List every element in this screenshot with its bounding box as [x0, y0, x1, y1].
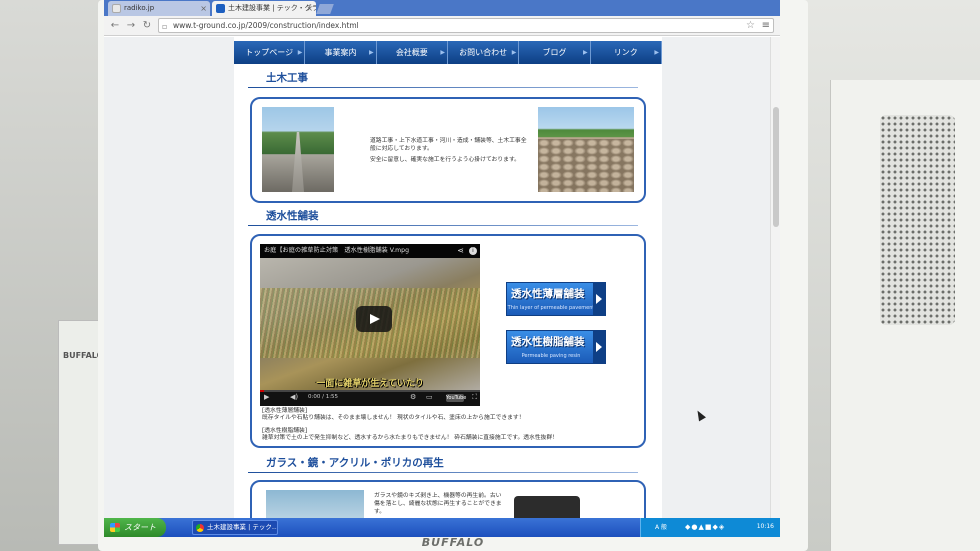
page-viewport: トップページ 事業案内 会社概要 お問い合わせ ブログ リンク 土木工事 道路工… [104, 37, 780, 518]
site-page: トップページ 事業案内 会社概要 お問い合わせ ブログ リンク 土木工事 道路工… [234, 37, 662, 518]
bookmark-star-icon[interactable]: ☆ [746, 19, 755, 32]
nav-item-blog[interactable]: ブログ [519, 41, 591, 64]
tab-close-icon[interactable]: × [200, 1, 207, 16]
chrome-icon [196, 524, 204, 532]
video-progress-fill [260, 390, 265, 392]
button-sub-label: Thin layer of permeable pavement [507, 305, 595, 311]
tree-lined-road-photo [262, 107, 334, 192]
browser-tab-radiko[interactable]: radiko.jp × [108, 1, 210, 16]
forward-arrow-icon[interactable]: → [124, 18, 138, 34]
youtube-video-player[interactable]: お庭【お庭の雑草防止対策 透水性樹脂舗装 V.mpg ⋖ i 一面に雑草が生えて… [260, 244, 480, 406]
address-bar[interactable]: ▫ www.t-ground.co.jp/2009/construction/i… [158, 18, 774, 33]
chevron-right-icon [593, 331, 605, 363]
video-progress-bar[interactable] [260, 390, 480, 392]
section-title-glass: ガラス・鏡・アクリル・ポリカの再生 [248, 454, 638, 473]
radiko-favicon-icon [112, 4, 121, 13]
share-icon[interactable]: ⋖ [457, 246, 464, 255]
video-time: 0:00 / 1:55 [308, 394, 339, 400]
taskbar-browser-button[interactable]: 土木建設事業 | テック… [192, 520, 278, 535]
info-icon[interactable]: i [469, 247, 477, 255]
nav-item-business[interactable]: 事業案内 [305, 41, 377, 64]
tab-close-icon[interactable]: × [306, 1, 313, 16]
section-rule [248, 225, 638, 226]
button-sub-label: Permeable paving resin [521, 353, 581, 359]
nav-item-top[interactable]: トップページ [234, 41, 306, 64]
thin-layer-paving-button[interactable]: 透水性薄層舗装 Thin layer of permeable pavement [506, 282, 606, 316]
global-nav: トップページ 事業案内 会社概要 お問い合わせ ブログ リンク [234, 41, 662, 64]
permeable-box: お庭【お庭の雑草防止対策 透水性樹脂舗装 V.mpg ⋖ i 一面に雑草が生えて… [250, 234, 646, 448]
windows-logo-icon [110, 523, 120, 532]
windows-taskbar: スタート 土木建設事業 | テック… A 般 ◆●▲■◆◈ 10:16 [104, 518, 780, 537]
glass-box: ガラスや鏡のキズ剥き上、機器等の再生前。古い傷を落とし、綺麗な状態に再生すること… [250, 480, 646, 518]
tab-label: radiko.jp [124, 4, 155, 12]
section-title-text: 透水性舗装 [266, 210, 319, 222]
section-title-civil: 土木工事 [248, 69, 638, 88]
glass-logo-image [514, 496, 580, 518]
section-title-permeable: 透水性舗装 [248, 207, 638, 226]
start-label: スタート [124, 523, 156, 532]
start-button[interactable]: スタート [104, 518, 166, 537]
section-rule [248, 87, 638, 88]
page-scrollbar[interactable] [770, 37, 780, 518]
tray-icons[interactable]: ◆●▲■◆◈ [685, 523, 725, 531]
reload-icon[interactable]: ↻ [140, 18, 154, 34]
glass-text: ガラスや鏡のキズ剥き上、機器等の再生前。古い傷を落とし、綺麗な状態に再生すること… [374, 493, 502, 515]
play-icon[interactable]: ▶ [264, 393, 269, 401]
button-main-label: 透水性樹脂舗装 [511, 336, 585, 348]
site-favicon-icon [216, 4, 225, 13]
back-arrow-icon[interactable]: ← [108, 18, 122, 34]
volume-icon[interactable]: ◀) [290, 393, 298, 401]
tab-label: 土木建設事業 | テック・グラ… [228, 4, 316, 12]
menu-icon[interactable]: ≡ [762, 19, 770, 32]
nav-item-links[interactable]: リンク [591, 41, 662, 64]
browser-tab-construction[interactable]: 土木建設事業 | テック・グラ… × [212, 1, 316, 16]
civil-text-1: 道路工事・上下水道工事・河川・造成・舗装等、土木工事全般に対応しております。 [370, 138, 527, 152]
chevron-right-icon [593, 283, 605, 315]
captions-icon[interactable]: ▭ [426, 393, 433, 401]
play-button-icon[interactable] [356, 306, 392, 332]
section-rule [248, 472, 638, 473]
scrollbar-thumb[interactable] [773, 107, 779, 227]
glass-polishing-photo [266, 490, 364, 518]
settings-icon[interactable]: ⚙ [410, 393, 416, 401]
monitor-brand: BUFFALO [421, 536, 485, 549]
section-title-text: 土木工事 [266, 72, 308, 84]
address-url: www.t-ground.co.jp/2009/construction/ind… [173, 21, 359, 30]
ime-indicator[interactable]: A 般 [655, 522, 667, 531]
civil-works-box: 道路工事・上下水道工事・河川・造成・舗装等、土木工事全般に対応しております。 安… [250, 97, 646, 203]
new-tab-button[interactable] [316, 4, 334, 14]
fullscreen-icon[interactable]: ⛶ [472, 393, 477, 402]
section-title-text: ガラス・鏡・アクリル・ポリカの再生 [266, 457, 444, 469]
taskbar-app-label: 土木建設事業 | テック… [207, 523, 278, 531]
button-main-label: 透水性薄層舗装 [511, 288, 585, 300]
youtube-logo[interactable]: YouTube [446, 394, 466, 402]
browser-tab-strip: radiko.jp × 土木建設事業 | テック・グラ… × [104, 0, 780, 16]
nav-item-contact[interactable]: お問い合わせ [448, 41, 520, 64]
paving-photo [538, 107, 634, 192]
nav-item-company[interactable]: 会社概要 [377, 41, 448, 64]
desc-text-resin: 雑草対策で土の上で発生抑制など、透水するから水たまりもできません！ 砕石舗装に直… [262, 435, 559, 441]
pc-vent-grille [880, 115, 955, 325]
desc-text-thin: 既存タイルや石貼り舗装は、そのまま壊しません！ 現状のタイルや石、塗床の上から施… [262, 415, 525, 421]
resin-paving-button[interactable]: 透水性樹脂舗装 Permeable paving resin [506, 330, 606, 364]
system-tray: A 般 ◆●▲■◆◈ 10:16 [640, 518, 780, 537]
screen: radiko.jp × 土木建設事業 | テック・グラ… × ← → ↻ ▫ w… [104, 0, 780, 537]
system-clock[interactable]: 10:16 [757, 523, 774, 530]
page-icon: ▫ [162, 22, 168, 31]
video-controls: ▶ ◀) 0:00 / 1:55 ⚙ ▭ YouTube ⛶ [260, 390, 480, 406]
video-subtitle: 一面に雑草が生えていたり [316, 379, 424, 389]
civil-text-2: 安全に留意し、確実な施工を行うよう心掛けております。 [370, 157, 520, 163]
video-title[interactable]: お庭【お庭の雑草防止対策 透水性樹脂舗装 V.mpg [260, 244, 480, 258]
browser-toolbar: ← → ↻ ▫ www.t-ground.co.jp/2009/construc… [104, 16, 780, 36]
